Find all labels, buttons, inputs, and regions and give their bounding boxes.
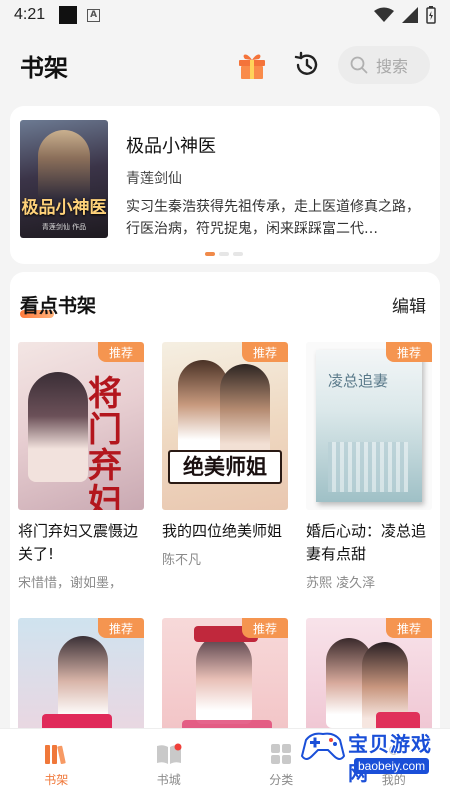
recommend-badge: 推荐 bbox=[98, 618, 144, 638]
search-icon bbox=[350, 56, 368, 74]
search-input[interactable]: 搜索 bbox=[338, 46, 430, 84]
notification-a-icon: A bbox=[87, 8, 101, 22]
book-cover[interactable]: 将门弃妇 推荐 bbox=[18, 342, 144, 510]
book-item[interactable]: 将门弃妇 推荐 将门弃妇又震慑边关了! 宋惜惜，谢如墨， bbox=[18, 342, 144, 591]
wifi-icon bbox=[374, 7, 394, 22]
nav-label: 分类 bbox=[269, 772, 294, 787]
recommend-badge: 推荐 bbox=[242, 618, 288, 638]
featured-cover-subtitle: 青莲剑仙 作品 bbox=[41, 223, 87, 231]
featured-book-title: 极品小神医 bbox=[126, 136, 216, 157]
carousel-dot[interactable] bbox=[233, 252, 243, 256]
watermark-text: 宝贝游戏网 bbox=[348, 732, 432, 785]
book-item[interactable]: 推荐 bbox=[18, 618, 144, 742]
book-author: 宋惜惜，谢如墨， bbox=[18, 576, 123, 591]
bookshelf-icon bbox=[45, 744, 66, 764]
carousel-dot[interactable] bbox=[219, 252, 229, 256]
notification-square-icon bbox=[59, 6, 78, 24]
recommend-badge: 推荐 bbox=[386, 342, 432, 362]
book-item[interactable]: 凌总追妻 推荐 婚后心动：凌总追妻有点甜 苏熙 凌久泽 bbox=[306, 342, 432, 591]
signal-icon bbox=[402, 7, 418, 23]
recommend-badge: 推荐 bbox=[98, 342, 144, 362]
status-time: 4:21 bbox=[14, 6, 46, 23]
book-cover[interactable]: 凌总追妻 推荐 bbox=[306, 342, 432, 510]
book-title: 婚后心动：凌总追妻有点甜 bbox=[306, 522, 427, 563]
category-icon bbox=[271, 743, 292, 764]
recommend-badge: 推荐 bbox=[242, 342, 288, 362]
search-placeholder: 搜索 bbox=[376, 57, 409, 76]
bookstore-icon bbox=[156, 743, 182, 764]
book-item[interactable]: 绝美师姐 推荐 我的四位绝美师姐 陈不凡 bbox=[162, 342, 288, 568]
featured-book-card[interactable]: 极品小神医 青莲剑仙 作品 极品小神医 青莲剑仙 实习生秦浩获得先祖传承，走上医… bbox=[10, 106, 440, 264]
book-title: 将门弃妇又震慑边关了! bbox=[18, 522, 139, 563]
gamepad-icon bbox=[300, 732, 346, 760]
featured-book-author: 青莲剑仙 bbox=[126, 171, 182, 187]
nav-label: 书架 bbox=[44, 772, 69, 787]
carousel-dot[interactable] bbox=[205, 252, 215, 256]
book-item[interactable]: 推荐 bbox=[162, 618, 288, 742]
featured-book-cover[interactable]: 极品小神医 青莲剑仙 作品 bbox=[20, 120, 108, 238]
featured-cover-title: 极品小神医 bbox=[21, 198, 107, 218]
book-author: 苏熙 凌久泽 bbox=[306, 576, 376, 591]
carousel-dots bbox=[205, 252, 243, 256]
book-title: 我的四位绝美师姐 bbox=[162, 522, 283, 540]
book-author: 陈不凡 bbox=[162, 553, 202, 568]
nav-bookshelf[interactable]: 书架 bbox=[0, 729, 113, 800]
status-bar: 4:21 A bbox=[0, 0, 450, 30]
recommend-badge: 推荐 bbox=[386, 618, 432, 638]
page-title: 书架 bbox=[20, 53, 68, 82]
header: 书架 搜索 bbox=[0, 30, 450, 100]
nav-bookstore[interactable]: 书城 bbox=[113, 729, 226, 800]
watermark: 宝贝游戏网 baobeiy.com bbox=[292, 718, 442, 790]
watermark-url: baobeiy.com bbox=[354, 758, 430, 774]
history-icon[interactable] bbox=[292, 50, 322, 80]
edit-button[interactable]: 编辑 bbox=[392, 292, 426, 317]
book-cover[interactable]: 推荐 bbox=[18, 618, 144, 742]
featured-book-description: 实习生秦浩获得先祖传承，走上医道修真之路，行医治病，符咒捉鬼，闲来踩踩富二代… bbox=[126, 199, 420, 237]
bookshelf-panel: 看点书架 编辑 将门弃妇 推荐 将门弃妇又震慑边关了! 宋惜惜，谢如墨， 绝美师… bbox=[10, 272, 440, 742]
battery-icon bbox=[426, 6, 436, 24]
shelf-title: 看点书架 bbox=[20, 294, 97, 317]
nav-label: 书城 bbox=[156, 772, 181, 787]
book-cover[interactable]: 推荐 bbox=[162, 618, 288, 742]
gift-icon[interactable] bbox=[236, 49, 268, 81]
book-cover[interactable]: 绝美师姐 推荐 bbox=[162, 342, 288, 510]
